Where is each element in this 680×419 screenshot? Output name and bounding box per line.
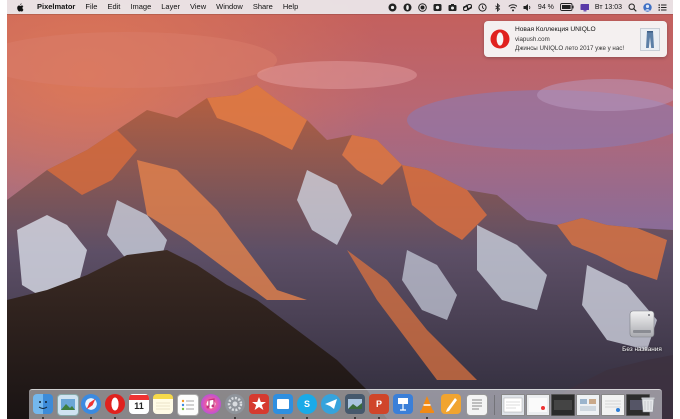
skype-icon[interactable]: S <box>297 394 317 414</box>
menu-share[interactable]: Share <box>248 0 278 14</box>
window-2-icon[interactable] <box>526 394 550 416</box>
keynote-icon[interactable] <box>393 394 413 414</box>
menu-window[interactable]: Window <box>211 0 248 14</box>
menu-layer[interactable]: Layer <box>156 0 185 14</box>
record-status-icon[interactable] <box>418 2 427 12</box>
menu-file[interactable]: File <box>80 0 102 14</box>
menu-help[interactable]: Help <box>278 0 303 14</box>
pages-icon[interactable] <box>441 394 461 414</box>
photos-icon[interactable] <box>345 394 365 414</box>
calendar-icon[interactable]: 11 <box>129 394 149 414</box>
volume-status-icon[interactable] <box>523 3 532 12</box>
notification-banner[interactable]: Новая Коллекция UNIQLO viapush.com Джинс… <box>484 21 667 57</box>
apple-menu-icon[interactable] <box>7 2 32 12</box>
window-5-icon[interactable] <box>601 394 625 416</box>
search-icon[interactable] <box>628 3 637 12</box>
camera-status-icon[interactable] <box>448 3 457 12</box>
battery-percentage[interactable]: 94 % <box>538 4 554 11</box>
opera-icon[interactable] <box>105 394 125 414</box>
finder-icon[interactable] <box>33 394 53 414</box>
notification-title: Новая Коллекция UNIQLO <box>515 26 596 33</box>
battery-icon[interactable] <box>559 3 574 12</box>
pixelmator-status-icon[interactable] <box>388 3 397 12</box>
notification-center-icon[interactable] <box>658 3 667 12</box>
notification-body: Джинсы UNIQLO лето 2017 уже у нас! <box>515 45 625 52</box>
desktop-screen: Pixelmator File Edit Image Layer View Wi… <box>7 0 673 419</box>
photo-booth-status-icon[interactable] <box>433 3 442 12</box>
opera-status-icon[interactable] <box>403 3 412 12</box>
window-3-icon[interactable] <box>551 394 575 416</box>
reminders-icon[interactable] <box>177 394 199 416</box>
menu-edit[interactable]: Edit <box>102 0 125 14</box>
window-4-icon[interactable] <box>576 394 600 416</box>
app-store-icon[interactable] <box>249 394 269 414</box>
vlc-icon[interactable] <box>417 394 437 414</box>
calendar-day: 11 <box>134 401 144 411</box>
notification-subtitle: viapush.com <box>515 36 550 43</box>
menu-bar: Pixelmator File Edit Image Layer View Wi… <box>7 0 673 14</box>
hard-disk-icon <box>629 309 655 339</box>
dock: 11 S P <box>29 389 662 419</box>
menu-view[interactable]: View <box>185 0 211 14</box>
itunes-icon[interactable] <box>201 394 221 414</box>
window-1-icon[interactable] <box>501 394 525 416</box>
notes-icon[interactable] <box>153 394 173 414</box>
opera-icon <box>490 29 510 49</box>
desktop-disk[interactable]: Без названия <box>617 306 667 358</box>
display-icon[interactable] <box>580 3 589 12</box>
document-icon[interactable] <box>466 394 488 416</box>
system-preferences-icon[interactable] <box>225 394 245 414</box>
powerpoint-icon[interactable]: P <box>369 394 389 414</box>
menubar-clock[interactable]: Вт 13:03 <box>595 4 622 11</box>
dock-separator <box>494 395 495 415</box>
telegram-icon[interactable] <box>321 394 341 414</box>
link-status-icon[interactable] <box>462 3 472 12</box>
app-menu-pixelmator[interactable]: Pixelmator <box>32 0 80 14</box>
wifi-status-icon[interactable] <box>508 3 517 12</box>
user-avatar-icon[interactable] <box>643 2 652 12</box>
trash-icon[interactable] <box>638 394 658 414</box>
time-machine-status-icon[interactable] <box>478 2 487 12</box>
flashcard-icon[interactable] <box>273 394 293 414</box>
safari-icon[interactable] <box>81 394 101 414</box>
jeans-thumbnail-icon <box>640 28 660 51</box>
bluetooth-status-icon[interactable] <box>493 2 502 12</box>
disk-label: Без названия <box>622 346 662 353</box>
desktop-wallpaper <box>7 0 673 419</box>
preview-icon[interactable] <box>57 394 79 416</box>
menu-image[interactable]: Image <box>125 0 156 14</box>
